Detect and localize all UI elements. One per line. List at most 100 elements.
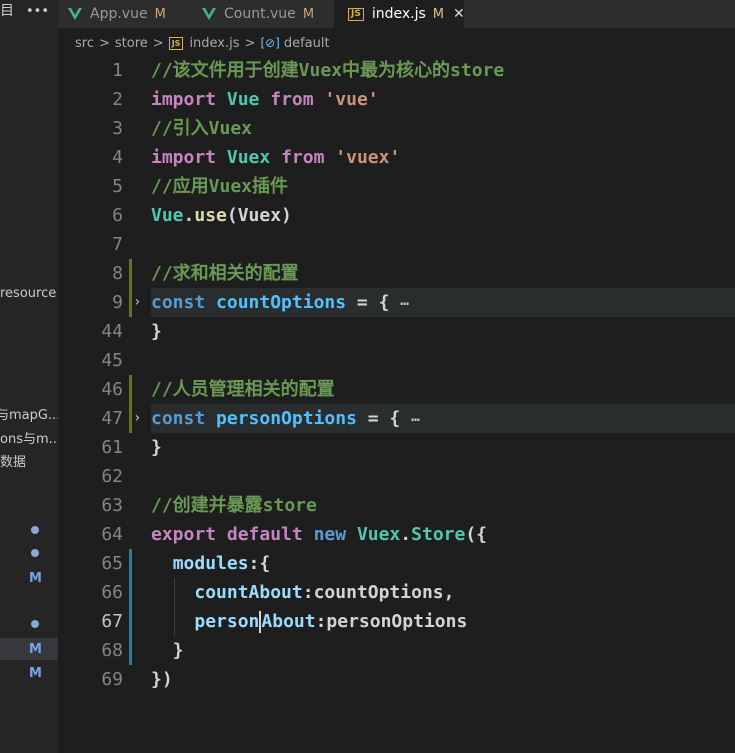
git-dot-icon <box>31 526 39 534</box>
line-number: 6 <box>112 205 123 226</box>
line-number: 8 <box>112 263 123 284</box>
line-number: 62 <box>101 466 123 487</box>
git-dot-icon <box>31 549 39 557</box>
code-function: use <box>194 205 227 226</box>
explorer-item[interactable]: 与mapG... <box>0 404 58 423</box>
code-editor[interactable]: 1 //该文件用于创建Vuex中最为核心的store 2 import Vue … <box>58 56 735 753</box>
code-punct: :personOptions <box>315 611 468 632</box>
tab-index-js[interactable]: JS index.js M ✕ <box>334 0 465 28</box>
code-identifier: countOptions <box>216 292 347 313</box>
line-number: 2 <box>112 89 123 110</box>
code-line: 44 } <box>58 317 735 346</box>
chevron-right-icon: > <box>98 35 110 51</box>
code-identifier: Vuex <box>356 524 401 545</box>
code-line: 46 //人员管理相关的配置 <box>58 375 735 404</box>
vue-icon <box>202 8 216 20</box>
code-line: 62 <box>58 462 735 491</box>
code-line: 63 //创建并暴露store <box>58 491 735 520</box>
breadcrumb-item[interactable]: index.js <box>189 36 239 51</box>
code-line: 8 //求和相关的配置 <box>58 259 735 288</box>
code-punct: :countOptions, <box>302 582 455 603</box>
code-line: 2 import Vue from 'vue' <box>58 85 735 114</box>
code-keyword: const <box>151 408 206 429</box>
code-line: 61 } <box>58 433 735 462</box>
code-punct: = { <box>346 292 390 313</box>
modified-badge: M <box>29 666 42 681</box>
code-comment: //引入Vuex <box>151 118 253 139</box>
code-keyword: default <box>226 524 303 545</box>
code-line: 5 //应用Vuex插件 <box>58 172 735 201</box>
code-identifier: Vuex <box>226 147 271 168</box>
fold-chevron-icon[interactable]: › <box>133 288 141 317</box>
code-comment: //该文件用于创建Vuex中最为核心的store <box>151 60 505 81</box>
code-line: 65 modules:{ <box>58 549 735 578</box>
code-punct: . <box>183 205 195 226</box>
code-keyword: new <box>313 524 347 545</box>
breadcrumb: src > store > JS index.js > [⊘] default <box>75 34 330 52</box>
code-line: 45 <box>58 346 735 375</box>
code-punct: :{ <box>248 553 271 574</box>
tab-count-vue[interactable]: Count.vue M <box>202 0 342 28</box>
code-string: 'vuex' <box>335 147 401 168</box>
code-punct: = { <box>356 408 401 429</box>
line-number: 69 <box>101 669 123 690</box>
code-line: 9 › const countOptions = { ⋯ <box>58 288 735 317</box>
git-dot-icon <box>31 620 39 628</box>
line-number: 68 <box>101 640 123 661</box>
breadcrumb-item[interactable]: default <box>284 36 330 51</box>
tab-app-vue[interactable]: App.vue M <box>68 0 198 28</box>
code-line: 69 }) <box>58 665 735 694</box>
code-keyword: from <box>270 89 314 110</box>
tab-label: App.vue <box>90 6 148 22</box>
close-icon[interactable]: ✕ <box>453 6 465 22</box>
chevron-right-icon: > <box>244 35 256 51</box>
code-punct: } <box>151 437 162 458</box>
code-property: person <box>194 611 260 632</box>
line-number: 44 <box>101 321 123 342</box>
modified-badge: M <box>154 6 166 22</box>
breadcrumb-item[interactable]: src <box>75 36 94 51</box>
modified-badge: M <box>432 6 444 22</box>
breadcrumb-item[interactable]: store <box>115 36 148 51</box>
explorer-panel: 目 ••• resource 与mapG... ons与m... 数据 M M … <box>0 0 58 753</box>
line-number: 47 <box>101 408 123 429</box>
code-comment: //应用Vuex插件 <box>151 176 289 197</box>
explorer-item[interactable]: ons与m... <box>0 428 58 447</box>
code-identifier: personOptions <box>216 408 357 429</box>
code-line: 68 } <box>58 636 735 665</box>
code-keyword: from <box>281 147 325 168</box>
line-number: 1 <box>112 60 123 81</box>
code-comment: //求和相关的配置 <box>151 263 299 284</box>
folded-ellipsis-icon[interactable]: ⋯ <box>411 412 419 428</box>
line-number: 61 <box>101 437 123 458</box>
code-identifier: Vue <box>151 205 184 226</box>
code-punct: } <box>151 321 162 342</box>
js-file-icon: JS <box>348 7 364 21</box>
code-comment: //创建并暴露store <box>151 495 317 516</box>
code-keyword: import <box>151 89 217 110</box>
folded-ellipsis-icon[interactable]: ⋯ <box>400 296 408 312</box>
tab-label: index.js <box>371 6 426 22</box>
vue-icon <box>68 8 82 20</box>
explorer-item[interactable]: 数据 <box>0 451 26 470</box>
code-line: 66 countAbout:countOptions, <box>58 578 735 607</box>
fold-chevron-icon[interactable]: › <box>133 404 141 433</box>
line-number: 5 <box>112 176 123 197</box>
code-punct: ({ <box>465 524 488 545</box>
code-property: countAbout <box>194 582 303 603</box>
line-number: 9 <box>112 292 123 313</box>
more-actions-icon[interactable]: ••• <box>26 4 49 19</box>
code-keyword: export <box>151 524 217 545</box>
line-number: 66 <box>101 582 123 603</box>
code-property: modules <box>172 553 249 574</box>
code-string: 'vue' <box>324 89 379 110</box>
tab-label: Count.vue <box>224 6 296 22</box>
explorer-item[interactable]: resource <box>0 286 56 301</box>
line-number: 64 <box>101 524 123 545</box>
line-number: 65 <box>101 553 123 574</box>
explorer-top-glyph: 目 <box>0 3 14 19</box>
code-keyword: import <box>151 147 217 168</box>
modified-badge: M <box>29 642 42 657</box>
line-number: 7 <box>112 234 123 255</box>
line-number: 67 <box>101 611 123 632</box>
